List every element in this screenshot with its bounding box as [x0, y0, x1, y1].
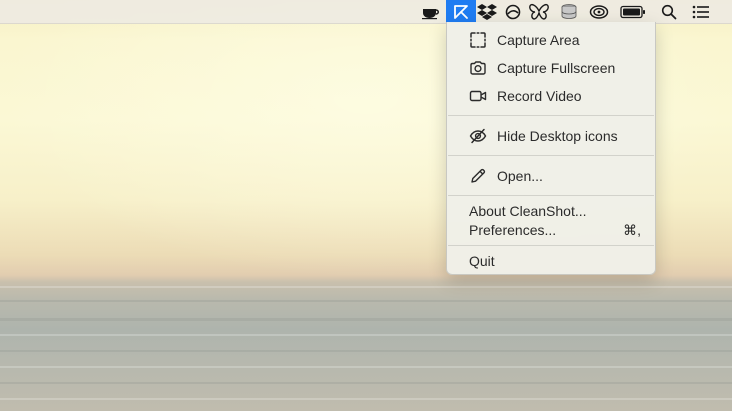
menu-item-preferences[interactable]: Preferences... ⌘,: [447, 218, 655, 242]
menu-separator: [448, 245, 654, 246]
butterfly-icon[interactable]: [524, 0, 554, 23]
menu-item-label: Preferences...: [469, 222, 557, 238]
menu-item-capture-area[interactable]: Capture Area: [447, 28, 655, 52]
menu-item-capture-fullscreen[interactable]: Capture Fullscreen: [447, 56, 655, 80]
menu-item-label: Record Video: [497, 88, 582, 104]
menu-item-label: Quit: [469, 253, 495, 269]
menu-item-quit[interactable]: Quit: [447, 249, 655, 273]
sea-wave: [0, 398, 732, 400]
menu-item-open[interactable]: Open...: [447, 164, 655, 188]
sea-wave: [0, 286, 732, 288]
sea-wave: [0, 366, 732, 368]
menu-item-label: Open...: [497, 168, 543, 184]
sea-wave: [0, 334, 732, 336]
menu-separator: [448, 115, 654, 116]
menu-separator: [448, 155, 654, 156]
menu-item-record-video[interactable]: Record Video: [447, 84, 655, 108]
cleanshot-dropdown-menu: Capture Area Capture Fullscreen Record V…: [446, 22, 656, 275]
sea-wave: [0, 318, 732, 321]
menu-item-label: Hide Desktop icons: [497, 128, 618, 144]
battery-icon[interactable]: [618, 0, 648, 23]
eye-slash-icon: [469, 127, 487, 145]
database-icon[interactable]: [554, 0, 584, 23]
video-camera-icon: [469, 87, 487, 105]
menu-separator: [448, 195, 654, 196]
preferences-shortcut: ⌘,: [623, 222, 641, 238]
list-icon[interactable]: [686, 0, 716, 23]
coffee-cup-icon[interactable]: [416, 0, 446, 23]
sea-wave: [0, 300, 732, 302]
menu-item-label: About CleanShot...: [469, 203, 587, 219]
search-icon[interactable]: [654, 0, 684, 23]
camera-icon: [469, 59, 487, 77]
pencil-icon: [469, 167, 487, 185]
menu-item-label: Capture Fullscreen: [497, 60, 616, 76]
menu-item-hide-desktop-icons[interactable]: Hide Desktop icons: [447, 124, 655, 148]
sea-wave: [0, 382, 732, 384]
menu-item-label: Capture Area: [497, 32, 580, 48]
menu-bar: [0, 0, 732, 24]
swirl-icon[interactable]: [584, 0, 614, 23]
capture-area-icon: [469, 31, 487, 49]
sea-wave: [0, 350, 732, 352]
